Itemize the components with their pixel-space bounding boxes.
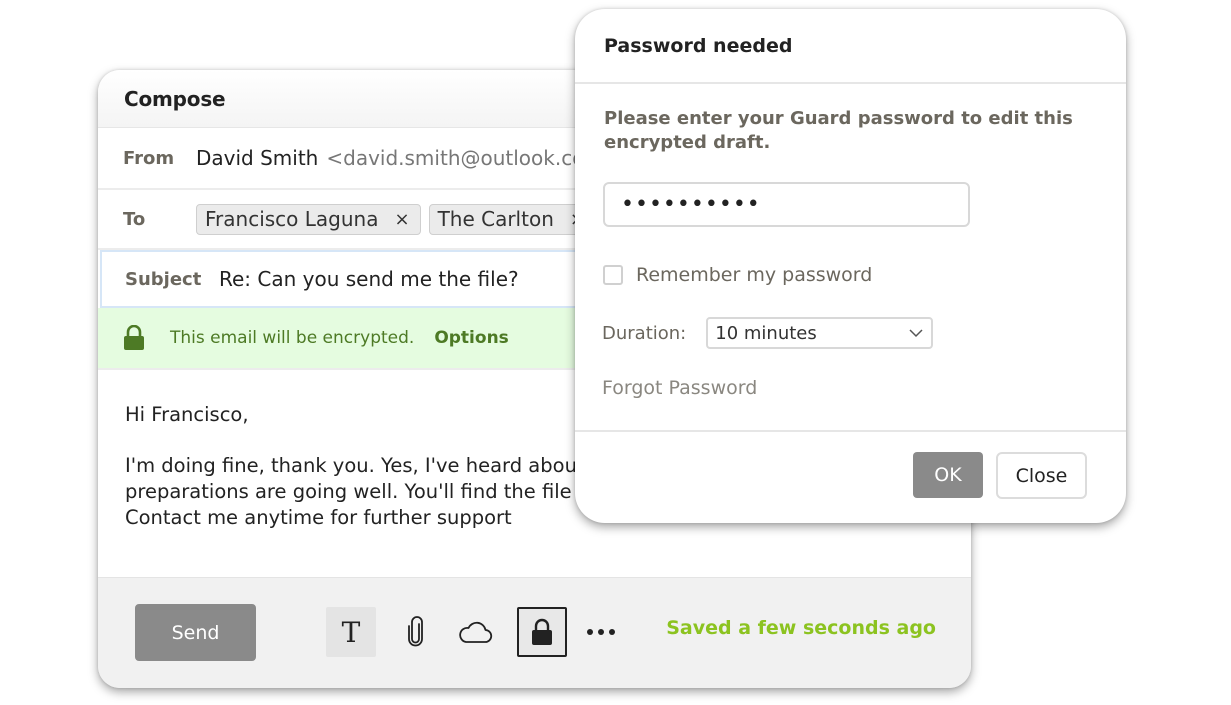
checkbox[interactable] [603, 265, 623, 285]
remember-password-checkbox[interactable]: Remember my password [603, 264, 872, 286]
chevron-down-icon [909, 328, 923, 337]
cloud-button[interactable] [450, 607, 500, 657]
dialog-message: Please enter your Guard password to edit… [604, 108, 1073, 153]
compose-title: Compose [124, 86, 226, 111]
text-format-icon: T [341, 615, 361, 649]
recipient-name: The Carlton [437, 207, 554, 231]
compose-toolbar: Send T Saved a few seconds ago [98, 577, 971, 688]
password-input[interactable]: •••••••••• [603, 182, 970, 227]
from-label: From [123, 147, 175, 169]
remember-password-label: Remember my password [636, 264, 873, 286]
ok-button[interactable]: OK [913, 452, 983, 498]
recipient-chip[interactable]: The Carlton × [428, 203, 596, 235]
lock-icon [124, 325, 144, 350]
recipient-name: Francisco Laguna [205, 207, 379, 231]
dialog-divider [575, 430, 1126, 432]
encryption-options-link[interactable]: Options [434, 328, 508, 348]
from-email[interactable]: <david.smith@outlook.com [326, 146, 604, 170]
more-icon [587, 629, 615, 635]
dialog-header: Password needed [575, 9, 1126, 84]
send-button[interactable]: Send [135, 604, 256, 661]
cloud-icon [459, 621, 493, 643]
paperclip-icon [408, 616, 423, 647]
remove-recipient-icon[interactable]: × [394, 209, 409, 230]
lock-icon [532, 618, 552, 645]
saved-status: Saved a few seconds ago [666, 617, 936, 639]
close-button[interactable]: Close [996, 452, 1087, 499]
password-value: •••••••••• [621, 192, 761, 217]
more-options-button[interactable] [576, 607, 626, 657]
subject-input[interactable]: Re: Can you send me the file? [219, 267, 519, 291]
password-dialog: Password needed Please enter your Guard … [575, 9, 1126, 523]
from-name[interactable]: David Smith [196, 146, 318, 170]
duration-select[interactable]: 10 minutes [706, 317, 934, 349]
format-text-button[interactable]: T [326, 607, 376, 657]
duration-value: 10 minutes [715, 322, 817, 344]
dialog-title: Password needed [604, 34, 793, 57]
forgot-password-link[interactable]: Forgot Password [602, 377, 757, 399]
duration-label: Duration: [602, 322, 687, 344]
attach-button[interactable] [391, 607, 441, 657]
encryption-text: This email will be encrypted. [170, 328, 415, 348]
recipient-chip[interactable]: Francisco Laguna × [196, 203, 421, 235]
to-label: To [123, 208, 146, 230]
duration-row: Duration: 10 minutes [602, 317, 934, 349]
subject-label: Subject [125, 268, 202, 290]
encrypt-toggle-button[interactable] [517, 607, 567, 657]
